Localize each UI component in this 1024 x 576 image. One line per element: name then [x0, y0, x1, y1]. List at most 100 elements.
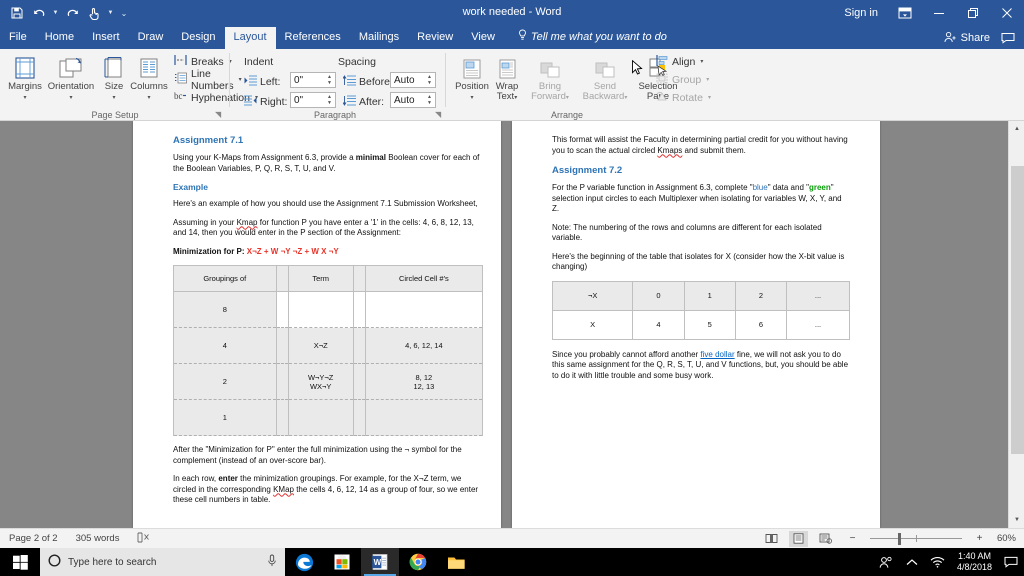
search-input[interactable]: Type here to search [40, 548, 285, 576]
tab-insert[interactable]: Insert [83, 27, 129, 49]
group-button[interactable]: Group ▾ [654, 71, 711, 88]
document-vertical-scrollbar[interactable]: ▲ ▼ [1008, 121, 1024, 528]
scroll-down-icon[interactable]: ▼ [1009, 512, 1024, 528]
zoom-in-icon[interactable]: + [970, 531, 989, 547]
tab-file[interactable]: File [0, 27, 36, 49]
paragraph-dialog-launcher[interactable]: ◥ [435, 110, 441, 119]
cell-r2-c3[interactable]: 6 [734, 309, 788, 340]
share-button[interactable]: Share [944, 31, 990, 46]
tab-references[interactable]: References [276, 27, 350, 49]
chrome-icon[interactable] [399, 548, 437, 576]
zoom-level[interactable]: 60% [997, 533, 1018, 544]
web-layout-icon[interactable] [816, 531, 835, 547]
cell-r1-c3[interactable]: 2 [734, 280, 788, 311]
microphone-icon[interactable] [267, 554, 277, 570]
wifi-icon[interactable] [925, 548, 951, 576]
position-button[interactable]: Position ▾ [452, 52, 492, 108]
send-backward-dropdown-icon[interactable]: ▾ [624, 95, 627, 101]
spacing-after-stepper[interactable]: ▲ ▼ [425, 93, 434, 107]
proofing-errors-icon[interactable] [128, 532, 159, 546]
page-indicator[interactable]: Page 2 of 2 [0, 533, 67, 544]
read-mode-icon[interactable] [762, 531, 781, 547]
ribbon-display-options-icon[interactable] [888, 0, 922, 26]
margins-button[interactable]: Margins ▾ [2, 52, 48, 108]
spacing-after-field[interactable]: Auto ▲ ▼ [390, 92, 436, 108]
columns-button[interactable]: Columns ▾ [128, 52, 170, 108]
spacing-before-field[interactable]: Auto ▲ ▼ [390, 72, 436, 88]
tab-design[interactable]: Design [172, 27, 224, 49]
tab-mailings[interactable]: Mailings [350, 27, 408, 49]
print-layout-icon[interactable] [788, 530, 808, 547]
zoom-slider[interactable] [869, 532, 962, 546]
bring-forward-button[interactable]: Bring Forward▾ [524, 52, 576, 108]
cell-term[interactable]: W¬Y¬Z WX¬Y [287, 363, 354, 400]
margins-dropdown-icon[interactable]: ▾ [23, 95, 26, 101]
cell-r2-c2[interactable]: 5 [683, 309, 736, 340]
document-canvas[interactable]: Assignment 7.1 Using your K-Maps from As… [0, 121, 1024, 528]
restore-icon[interactable] [956, 0, 990, 26]
cell-r1-c2[interactable]: 1 [683, 280, 736, 311]
zoom-slider-thumb[interactable] [897, 532, 901, 545]
save-icon[interactable] [7, 3, 27, 23]
table-row[interactable]: ¬X 0 1 2 ... [551, 280, 850, 311]
clock[interactable]: 1:40 AM 4/8/2018 [951, 551, 998, 573]
indent-right-field[interactable]: 0" ▲ ▼ [290, 92, 336, 108]
document-page-2[interactable]: This format will assist the Faculty in d… [512, 121, 880, 528]
cell-circled[interactable] [364, 399, 484, 436]
spacing-before-stepper[interactable]: ▲ ▼ [425, 73, 434, 87]
people-icon[interactable] [873, 548, 899, 576]
tab-review[interactable]: Review [408, 27, 462, 49]
position-dropdown-icon[interactable]: ▾ [470, 95, 473, 101]
indent-left-stepper[interactable]: ▲ ▼ [325, 73, 334, 87]
cell-term[interactable]: X¬Z [287, 327, 354, 364]
wrap-text-button[interactable]: Wrap Text▾ [490, 52, 524, 108]
action-center-icon[interactable] [998, 548, 1024, 576]
comments-icon[interactable] [996, 28, 1020, 48]
close-icon[interactable] [990, 0, 1024, 26]
columns-dropdown-icon[interactable]: ▾ [147, 95, 150, 101]
orientation-button[interactable]: Orientation ▾ [44, 52, 98, 108]
scroll-up-icon[interactable]: ▲ [1009, 121, 1024, 137]
word-icon[interactable]: W [361, 548, 399, 576]
undo-icon[interactable] [29, 3, 49, 23]
cell-circled[interactable] [364, 291, 484, 328]
scroll-thumb[interactable] [1011, 166, 1024, 454]
table-row[interactable]: 2 W¬Y¬Z WX¬Y 8, 12 12, 13 [173, 363, 484, 400]
tab-home[interactable]: Home [36, 27, 83, 49]
size-button[interactable]: Size ▾ [97, 52, 131, 108]
cell-r2-c4[interactable]: ... [786, 309, 850, 340]
five-dollar-link[interactable]: five dollar [700, 350, 734, 359]
table-row[interactable]: 4 X¬Z 4, 6, 12, 14 [173, 327, 484, 364]
send-backward-button[interactable]: Send Backward▾ [576, 52, 634, 108]
indent-right-stepper[interactable]: ▲ ▼ [325, 93, 334, 107]
touch-mode-icon[interactable] [84, 3, 104, 23]
groupings-table[interactable]: Groupings of Term Circled Cell #'s 8 4 X… [173, 265, 484, 436]
orientation-dropdown-icon[interactable]: ▾ [69, 95, 72, 101]
zoom-out-icon[interactable]: − [843, 531, 862, 547]
show-hidden-icons-icon[interactable] [899, 548, 925, 576]
rotate-dropdown-icon[interactable]: ▾ [708, 94, 711, 101]
cell-circled[interactable]: 4, 6, 12, 14 [364, 327, 484, 364]
tab-layout[interactable]: Layout [224, 27, 276, 49]
file-explorer-icon[interactable] [437, 548, 475, 576]
customize-quick-access-toolbar-icon[interactable]: ⌄ [117, 3, 131, 23]
cell-r1-c1[interactable]: 0 [632, 280, 685, 311]
cell-term[interactable] [287, 399, 354, 436]
document-page-1[interactable]: Assignment 7.1 Using your K-Maps from As… [133, 121, 501, 528]
table-row[interactable]: 8 [173, 291, 484, 328]
word-count[interactable]: 305 words [67, 533, 129, 544]
redo-icon[interactable] [62, 3, 82, 23]
touch-mode-dropdown-icon[interactable]: ▼ [106, 3, 115, 23]
undo-dropdown-icon[interactable]: ▼ [51, 3, 60, 23]
page-setup-dialog-launcher[interactable]: ◥ [215, 110, 221, 119]
microsoft-store-icon[interactable] [323, 548, 361, 576]
wrap-text-dropdown-icon[interactable]: ▾ [514, 95, 517, 101]
rotate-button[interactable]: Rotate ▾ [654, 89, 713, 106]
size-dropdown-icon[interactable]: ▾ [112, 95, 115, 101]
sign-in-button[interactable]: Sign in [834, 7, 888, 19]
cell-term[interactable] [287, 291, 354, 328]
scroll-track-lower[interactable] [1009, 454, 1024, 512]
edge-icon[interactable] [285, 548, 323, 576]
tab-view[interactable]: View [462, 27, 504, 49]
scroll-track-upper[interactable] [1009, 137, 1024, 166]
